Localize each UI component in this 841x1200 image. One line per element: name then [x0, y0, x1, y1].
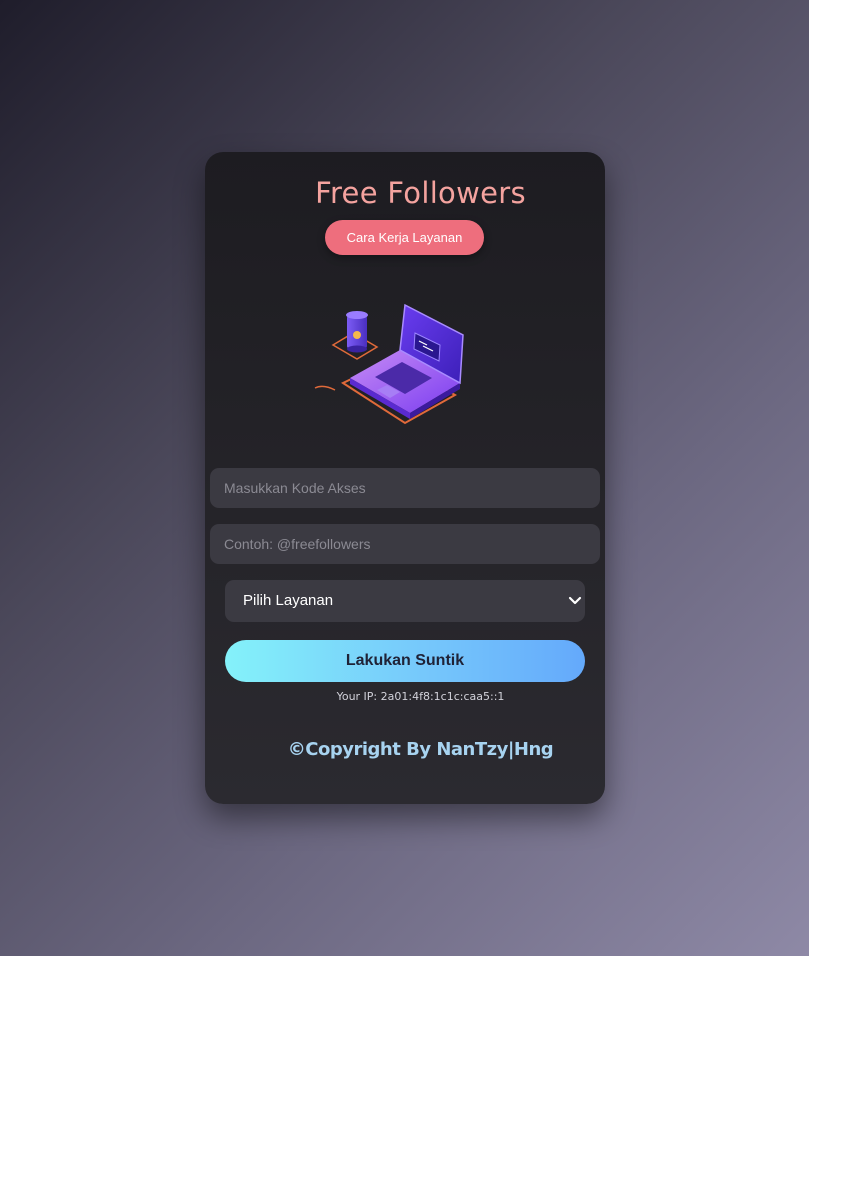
service-select[interactable]: Pilih Layanan: [225, 580, 585, 622]
submit-button[interactable]: Lakukan Suntik: [225, 640, 585, 682]
page-title: Free Followers: [315, 176, 526, 210]
ip-address-text: Your IP: 2a01:4f8:1c1c:caa5::1: [336, 690, 505, 703]
copyright-text: ©Copyright By NanTzy|Hng: [287, 739, 554, 760]
service-select-value: Pilih Layanan: [243, 592, 334, 609]
how-it-works-button[interactable]: Cara Kerja Layanan: [325, 220, 484, 255]
username-input[interactable]: [210, 524, 600, 564]
chevron-down-icon: [568, 596, 582, 605]
laptop-coffee-illustration-icon: [314, 303, 464, 425]
access-code-input[interactable]: [210, 468, 600, 508]
laptop-illustration: [305, 295, 475, 435]
